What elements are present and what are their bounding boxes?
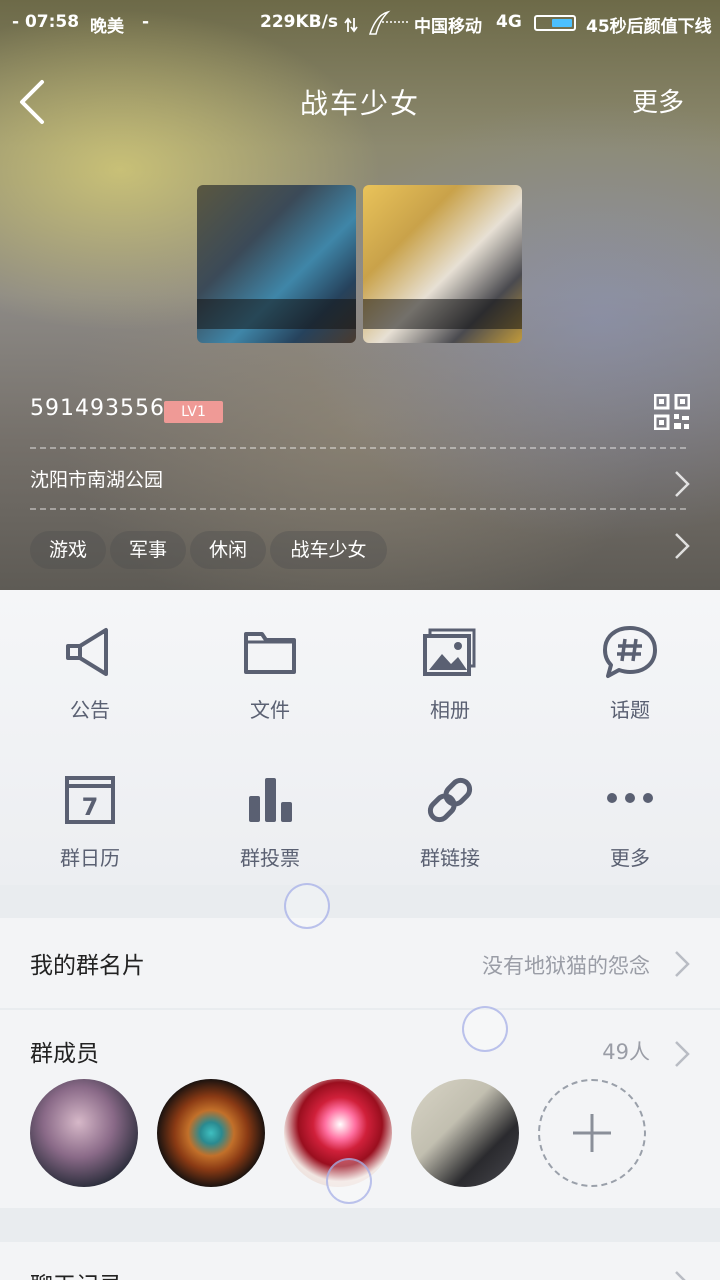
topics-button[interactable]: 话题 xyxy=(540,622,720,723)
group-location[interactable]: 沈阳市南湖公园 xyxy=(30,465,163,492)
plus-icon xyxy=(573,1114,611,1152)
more-dots-icon xyxy=(607,793,653,803)
link-icon xyxy=(427,777,473,823)
tag-chip[interactable]: 游戏 xyxy=(30,531,106,569)
touch-indicator xyxy=(284,883,330,929)
files-button[interactable]: 文件 xyxy=(180,622,360,723)
chevron-right-icon[interactable] xyxy=(672,1268,692,1280)
row-title: 我的群名片 xyxy=(30,953,145,979)
status-note: 晚美 xyxy=(90,17,124,37)
feature-label: 公告 xyxy=(70,698,110,722)
touch-indicator xyxy=(462,1006,508,1052)
folder-icon xyxy=(244,632,296,674)
member-avatar[interactable] xyxy=(157,1079,265,1187)
tag-chip[interactable]: 战车少女 xyxy=(270,531,387,569)
group-cover-image-1[interactable] xyxy=(197,185,356,343)
divider xyxy=(30,447,686,449)
navigation-bar: 战车少女 更多 xyxy=(0,60,720,140)
battery-icon xyxy=(534,15,576,31)
more-features-button[interactable]: 更多 xyxy=(540,770,720,871)
tag-chip[interactable]: 休闲 xyxy=(190,531,266,569)
data-transfer-icon xyxy=(344,17,358,33)
announcement-button[interactable]: 公告 xyxy=(0,622,180,723)
bar-chart-icon xyxy=(249,778,292,822)
feature-label: 更多 xyxy=(610,846,650,870)
status-dash: - xyxy=(142,12,150,32)
my-group-card-row[interactable]: 我的群名片 没有地狱猫的怨念 xyxy=(0,918,720,1008)
row-title: 群成员 xyxy=(30,1041,99,1067)
chat-history-row[interactable]: 聊天记录 xyxy=(0,1242,720,1280)
feature-label: 话题 xyxy=(610,698,650,722)
divider xyxy=(30,508,686,510)
my-group-nickname: 没有地狱猫的怨念 xyxy=(482,954,650,978)
group-link-button[interactable]: 群链接 xyxy=(360,770,540,871)
chevron-right-icon[interactable] xyxy=(672,948,692,980)
feature-grid: 公告 文件 相册 话题 7 群日历 群投票 群链接 更多 xyxy=(0,590,720,885)
calendar-day-number: 7 xyxy=(82,793,99,821)
hashtag-bubble-icon xyxy=(603,626,657,678)
chevron-right-icon[interactable] xyxy=(672,1038,692,1070)
group-id: 591493556 xyxy=(30,396,165,421)
signal-type: 4G xyxy=(496,12,522,32)
add-member-button[interactable] xyxy=(538,1079,646,1187)
vote-button[interactable]: 群投票 xyxy=(180,770,360,871)
member-count: 49人 xyxy=(602,1040,650,1064)
feature-label: 群投票 xyxy=(240,846,300,870)
row-title: 聊天记录 xyxy=(30,1266,122,1280)
more-button[interactable]: 更多 xyxy=(632,82,684,119)
album-button[interactable]: 相册 xyxy=(360,622,540,723)
status-bar: - 07:58 晚美 - 229KB/s 中国移动 4G 45秒后颜值下线 xyxy=(0,0,720,48)
feature-label: 文件 xyxy=(250,698,290,722)
status-notice: 45秒后颜值下线 xyxy=(586,17,712,37)
group-cover-image-2[interactable] xyxy=(363,185,522,343)
photo-album-icon xyxy=(423,628,476,676)
calendar-button[interactable]: 7 群日历 xyxy=(0,770,180,871)
chevron-right-icon[interactable] xyxy=(672,530,692,562)
page-title: 战车少女 xyxy=(299,87,420,120)
status-time: - 07:58 xyxy=(12,12,80,32)
touch-indicator xyxy=(326,1158,372,1204)
cover-caption-strip xyxy=(197,299,356,329)
group-header-background: - 07:58 晚美 - 229KB/s 中国移动 4G 45秒后颜值下线 战车… xyxy=(0,0,720,590)
cover-caption-strip xyxy=(363,299,522,329)
feature-label: 相册 xyxy=(430,698,470,722)
qr-code-icon[interactable] xyxy=(654,394,690,430)
carrier-name: 中国移动 xyxy=(414,17,482,37)
calendar-icon: 7 xyxy=(65,776,115,824)
feature-label: 群链接 xyxy=(420,846,480,870)
chevron-right-icon[interactable] xyxy=(672,468,692,500)
signal-logo-icon xyxy=(368,10,408,35)
feature-label: 群日历 xyxy=(60,846,120,870)
member-avatar[interactable] xyxy=(411,1079,519,1187)
network-speed: 229KB/s xyxy=(260,12,338,32)
megaphone-icon xyxy=(66,628,108,676)
member-avatar[interactable] xyxy=(30,1079,138,1187)
tag-chip[interactable]: 军事 xyxy=(110,531,186,569)
level-badge: LV1 xyxy=(164,401,223,423)
